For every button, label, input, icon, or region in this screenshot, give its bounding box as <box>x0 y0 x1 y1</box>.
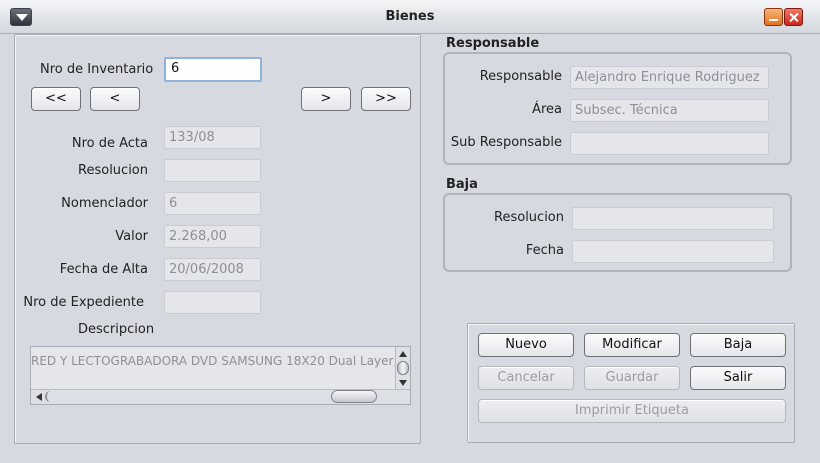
horizontal-scroll-thumb[interactable] <box>331 390 377 403</box>
expediente-field[interactable] <box>164 291 261 314</box>
imprimir-etiqueta-button[interactable]: Imprimir Etiqueta <box>478 399 786 423</box>
valor-label: Valor <box>115 229 148 244</box>
descripcion-vertical-scrollbar[interactable] <box>395 347 410 390</box>
fecha-alta-label: Fecha de Alta <box>59 262 148 277</box>
baja-resolucion-field[interactable] <box>572 207 774 230</box>
inventory-number-label: Nro de Inventario <box>40 62 154 77</box>
descripcion-textarea[interactable]: RED Y LECTOGRABADORA DVD SAMSUNG 18X20 D… <box>30 346 411 405</box>
modificar-button[interactable]: Modificar <box>584 333 680 357</box>
next-record-button[interactable]: > <box>301 87 351 111</box>
previous-record-button[interactable]: < <box>90 87 140 111</box>
responsable-label: Responsable <box>479 69 562 84</box>
responsable-field[interactable]: Alejandro Enrique Rodriguez <box>570 66 769 89</box>
cancelar-button[interactable]: Cancelar <box>478 366 574 390</box>
last-record-button[interactable]: >> <box>361 87 411 111</box>
close-icon[interactable] <box>784 8 803 26</box>
baja-fecha-field[interactable] <box>572 240 774 263</box>
sub-responsable-label: Sub Responsable <box>450 135 562 150</box>
inventory-number-input[interactable]: 6 <box>164 57 262 82</box>
responsable-group-title: Responsable <box>446 36 540 51</box>
sub-responsable-field[interactable] <box>570 132 769 155</box>
nomenclador-label: Nomenclador <box>61 196 148 211</box>
minimize-icon[interactable] <box>764 8 783 26</box>
scroll-left-icon[interactable] <box>36 393 42 401</box>
expediente-label: Nro de Expediente <box>23 295 144 310</box>
window-title: Bienes <box>385 9 435 24</box>
scroll-down-icon[interactable] <box>399 380 407 386</box>
salir-button[interactable]: Salir <box>690 366 786 390</box>
nomenclador-field[interactable]: 6 <box>164 192 261 215</box>
area-label: Área <box>532 102 562 117</box>
scroll-track-edge <box>45 391 51 402</box>
acta-number-label: Nro de Acta <box>71 136 148 151</box>
guardar-button[interactable]: Guardar <box>584 366 680 390</box>
vertical-scroll-thumb[interactable] <box>397 361 409 375</box>
first-record-button[interactable]: << <box>31 87 81 111</box>
title-bar: Bienes <box>0 0 820 34</box>
descripcion-horizontal-scrollbar[interactable] <box>31 389 410 404</box>
descripcion-label: Descripcion <box>78 322 155 337</box>
acta-number-field[interactable]: 133/08 <box>164 126 261 149</box>
fecha-alta-field[interactable]: 20/06/2008 <box>164 258 261 281</box>
valor-field[interactable]: 2.268,00 <box>164 225 261 248</box>
scroll-up-icon[interactable] <box>399 351 407 357</box>
baja-fecha-label: Fecha <box>525 243 564 258</box>
descripcion-text: RED Y LECTOGRABADORA DVD SAMSUNG 18X20 D… <box>31 354 396 368</box>
baja-group-title: Baja <box>446 177 478 192</box>
resolucion-field[interactable] <box>164 159 261 182</box>
area-field[interactable]: Subsec. Técnica <box>570 99 769 122</box>
resolucion-label: Resolucion <box>78 163 148 178</box>
baja-button[interactable]: Baja <box>690 333 786 357</box>
nuevo-button[interactable]: Nuevo <box>478 333 574 357</box>
baja-resolucion-label: Resolucion <box>494 210 564 225</box>
